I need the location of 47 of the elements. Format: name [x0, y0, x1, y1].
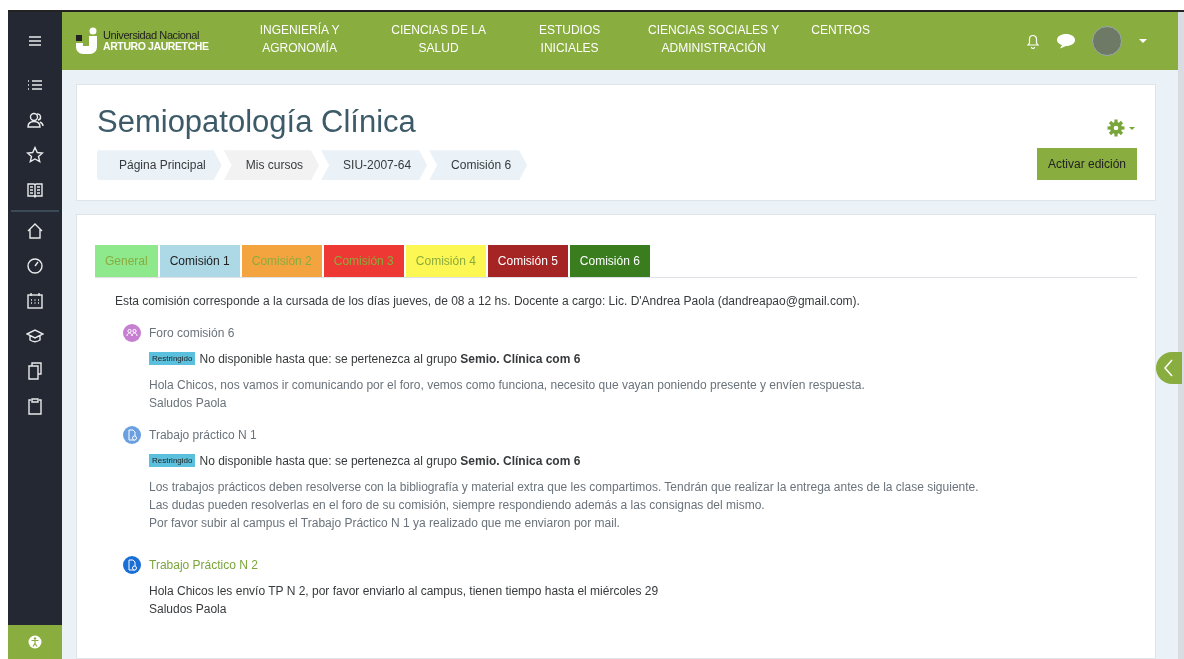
activity-title: Trabajo práctico N 1	[149, 427, 257, 445]
university-logo[interactable]: Universidad Nacional ARTURO JAURETCHE	[76, 27, 209, 55]
restriction-text: No disponible hasta que: se pertenezca al grupo Semio. Clínica com 6	[199, 352, 581, 367]
document-icon	[123, 556, 141, 575]
calendar-icon[interactable]	[26, 292, 44, 310]
section-summary: Esta comisión corresponde a la cursada de los días jueves, de 08 a 12 hs. Docente a cargo: Lic. D'Andrea Paola (dandreapao@gmail.com).	[114, 293, 861, 311]
users-icon[interactable]	[26, 111, 44, 129]
graduation-cap-icon[interactable]	[26, 327, 44, 345]
files-icon[interactable]	[26, 362, 44, 380]
document-icon	[123, 426, 141, 445]
bell-icon[interactable]	[1026, 33, 1040, 49]
home-icon[interactable]	[26, 222, 44, 240]
section-tab[interactable]: Comisión 3	[323, 245, 404, 278]
star-icon[interactable]	[26, 146, 44, 164]
accessibility-button[interactable]	[8, 625, 62, 659]
nav-menu-link[interactable]: CIENCIAS DE LA SALUD	[376, 21, 501, 57]
nav-menu-link[interactable]: CIENCIAS SOCIALES Y ADMINISTRACIÓN	[638, 21, 789, 57]
accessibility-icon[interactable]	[28, 635, 42, 649]
restricted-badge: Restringido	[149, 352, 196, 366]
restriction-text: No disponible hasta que: se pertenezca al grupo Semio. Clínica com 6	[199, 454, 581, 469]
nav-menu-link[interactable]: CENTROS	[810, 21, 871, 39]
group-icon	[123, 324, 141, 343]
course-title: Semiopatología Clínica	[97, 103, 417, 141]
edit-mode-button[interactable]: Activar edición	[1036, 148, 1137, 181]
breadcrumb-link[interactable]: Mis cursos	[223, 150, 320, 181]
caret-icon[interactable]	[1138, 38, 1148, 44]
section-tab[interactable]: Comisión 5	[487, 245, 568, 278]
restricted-badge: Restringido	[149, 454, 196, 468]
nav-menu-link[interactable]: INGENIERÍA Y AGRONOMÍA	[244, 21, 355, 57]
breadcrumb-link[interactable]: Comisión 6	[429, 150, 528, 181]
breadcrumb-link[interactable]: Página Principal	[97, 150, 222, 181]
section-tab[interactable]: General	[95, 245, 158, 278]
section-tab[interactable]: Comisión 4	[405, 245, 486, 278]
gear-icon[interactable]	[1107, 119, 1137, 137]
section-tab[interactable]: Comisión 6	[569, 245, 650, 278]
section-tab[interactable]: Comisión 1	[159, 245, 240, 278]
activity-description: Hola Chicos les envío TP N 2, por favor enviarlo al campus, tienen tiempo hasta el miércoles 29 Saludos Paola	[149, 583, 660, 619]
activity-description: Los trabajos prácticos deben resolverse con la bibliografía y material extra que les compartimos. Tendrán que realizar la entrega antes de la clase siguiente. Las dudas pueden resolverlas en el foro de su comisión, siempre respondiendo además a las consignas del mismo. Por favor subir al campus el Trabajo Práctico N 1 ya realizado que me enviaron por mail.	[149, 479, 980, 533]
breadcrumb-link[interactable]: SIU-2007-64	[321, 150, 428, 181]
gauge-icon[interactable]	[26, 257, 44, 275]
book-icon[interactable]	[26, 181, 44, 199]
nav-menu-link[interactable]: ESTUDIOS INICIALES	[522, 21, 617, 57]
activity-description: Hola Chicos, nos vamos ir comunicando por el foro, vemos como funciona, necesito que vayan poniendo presente y envíen respuesta. Saludos Paola	[149, 377, 866, 413]
activity-title[interactable]: Trabajo Práctico N 2	[149, 556, 258, 575]
clipboard-icon[interactable]	[26, 397, 44, 415]
chat-bubble-icon[interactable]	[1056, 33, 1076, 49]
activity-title: Foro comisión 6	[149, 325, 235, 343]
